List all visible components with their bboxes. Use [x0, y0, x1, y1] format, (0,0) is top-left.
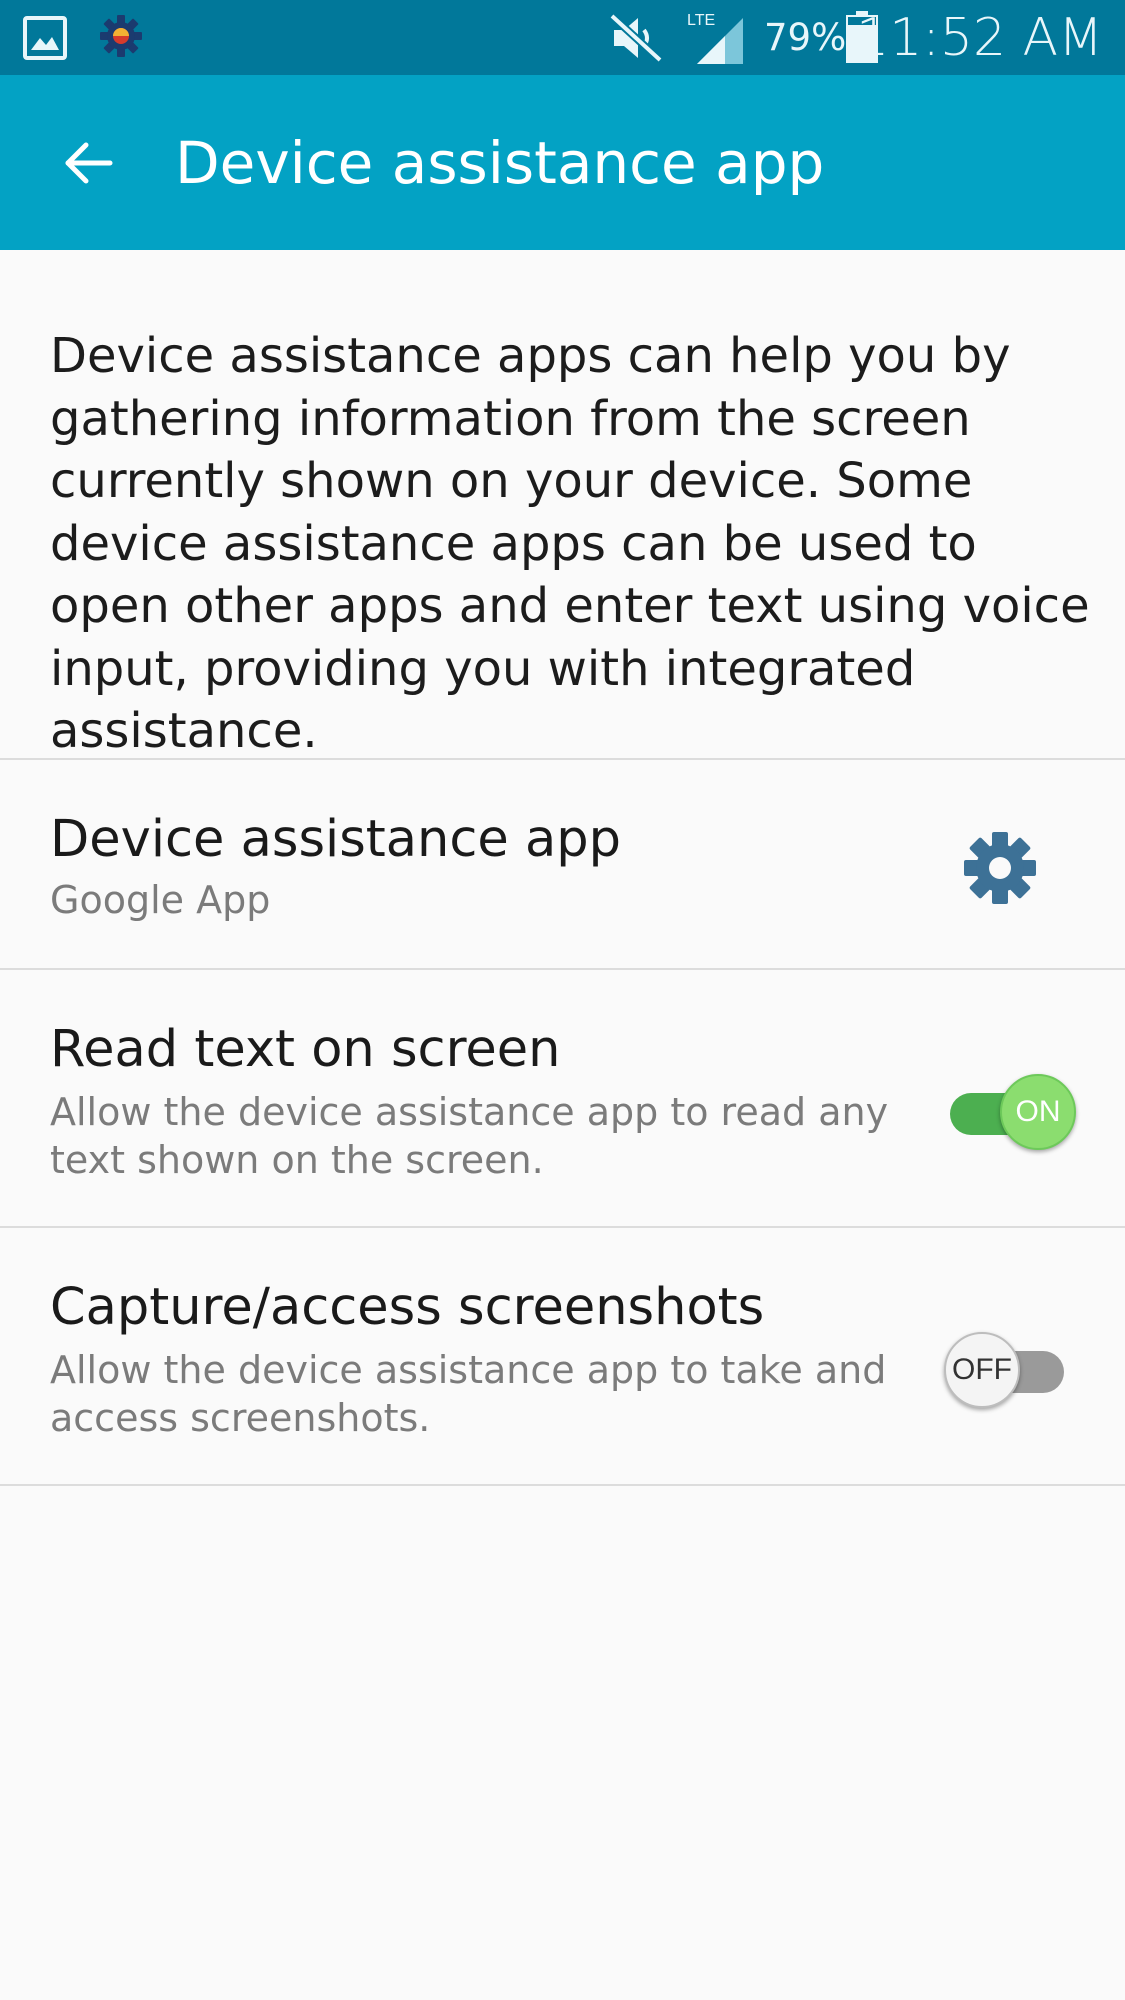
- arrow-back-icon: [65, 142, 113, 184]
- device-assistance-app-row[interactable]: Device assistance app Google App: [0, 760, 1125, 968]
- settings-notification-icon: [100, 15, 142, 57]
- status-clock: 11:52 AM: [856, 8, 1103, 68]
- page-title: Device assistance app: [175, 129, 825, 197]
- toggle-thumb: ON: [1000, 1074, 1076, 1150]
- gallery-icon: [23, 16, 67, 60]
- capture-screenshots-toggle[interactable]: OFF: [944, 1326, 1074, 1416]
- back-button[interactable]: [40, 115, 136, 211]
- row-subtitle: Allow the device assistance app to read …: [50, 1090, 889, 1182]
- svg-text:LTE: LTE: [687, 12, 715, 29]
- toggle-thumb: OFF: [944, 1332, 1020, 1408]
- mute-icon: [609, 13, 663, 63]
- signal-icon: LTE: [687, 12, 743, 64]
- row-title: Capture/access screenshots: [50, 1278, 765, 1337]
- read-text-toggle[interactable]: ON: [942, 1068, 1076, 1158]
- settings-button[interactable]: [952, 820, 1048, 916]
- gear-icon: [964, 832, 1036, 904]
- row-subtitle: Google App: [50, 878, 271, 922]
- app-bar: Device assistance app: [0, 75, 1125, 250]
- row-subtitle: Allow the device assistance app to take …: [50, 1348, 887, 1440]
- status-bar: LTE 79% 11:52 AM: [0, 0, 1125, 75]
- row-title: Device assistance app: [50, 810, 621, 869]
- description-text: Device assistance apps can help you by g…: [50, 328, 1090, 759]
- battery-percentage: 79%: [764, 16, 847, 59]
- read-text-on-screen-row[interactable]: Read text on screen Allow the device ass…: [0, 970, 1125, 1226]
- divider: [0, 1484, 1125, 1486]
- row-title: Read text on screen: [50, 1020, 561, 1079]
- capture-screenshots-row[interactable]: Capture/access screenshots Allow the dev…: [0, 1228, 1125, 1484]
